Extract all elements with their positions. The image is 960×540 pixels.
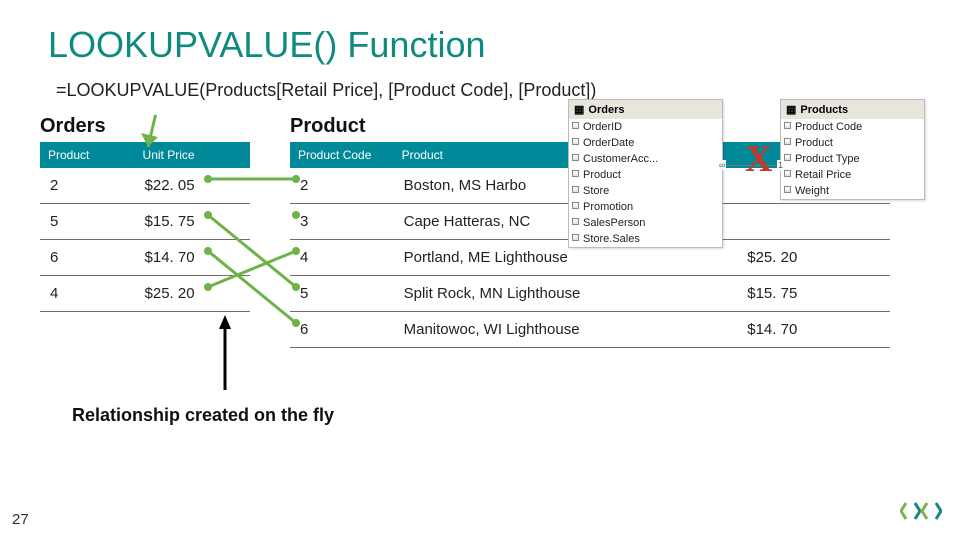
field-label: Store	[583, 185, 609, 197]
column-icon	[572, 234, 579, 241]
column-icon	[572, 186, 579, 193]
cell	[737, 204, 890, 240]
panel-header: ▦ Products	[781, 100, 924, 119]
table-icon: ▦	[786, 103, 796, 116]
table-icon: ▦	[574, 103, 584, 116]
field-item: Retail Price	[781, 167, 924, 183]
column-icon	[572, 202, 579, 209]
table-row: Product Unit Price	[40, 142, 250, 168]
relationship-caption: Relationship created on the fly	[72, 405, 334, 426]
panel-title: Products	[800, 104, 848, 116]
field-item: Product	[781, 135, 924, 151]
panel-title: Orders	[588, 104, 624, 116]
field-item: Promotion	[569, 199, 722, 215]
column-icon	[784, 170, 791, 177]
cell: Split Rock, MN Lighthouse	[394, 276, 738, 312]
field-item: Product Type	[781, 151, 924, 167]
cell: $15. 75	[737, 276, 890, 312]
cell: 6	[40, 240, 135, 276]
field-label: Store.Sales	[583, 233, 640, 245]
slide-title: LOOKUPVALUE() Function	[0, 0, 960, 74]
cell: 5	[290, 276, 394, 312]
cardinality-many: ∞	[718, 160, 726, 170]
field-item: Product Code	[781, 119, 924, 135]
cell: $25. 20	[135, 276, 250, 312]
column-icon	[784, 122, 791, 129]
field-label: OrderDate	[583, 137, 634, 149]
field-label: Product	[583, 169, 621, 181]
cell: Manitowoc, WI Lighthouse	[394, 312, 738, 348]
cell: $15. 75	[135, 204, 250, 240]
field-item: OrderID	[569, 119, 722, 135]
field-item: SalesPerson	[569, 215, 722, 231]
field-item: Store	[569, 183, 722, 199]
column-icon	[572, 138, 579, 145]
cell: 3	[290, 204, 394, 240]
table-row: 6Manitowoc, WI Lighthouse$14. 70	[290, 312, 890, 348]
cardinality-one: 1	[777, 160, 784, 170]
cell: 6	[290, 312, 394, 348]
column-icon	[572, 122, 579, 129]
cell: 2	[40, 168, 135, 204]
cell: $22. 05	[135, 168, 250, 204]
field-label: Product Code	[795, 121, 862, 133]
table-row: 6$14. 70	[40, 240, 250, 276]
field-label: Product	[795, 137, 833, 149]
cell: 2	[290, 168, 394, 204]
cell: $14. 70	[135, 240, 250, 276]
column-icon	[784, 186, 791, 193]
table-row: 4$25. 20	[40, 276, 250, 312]
column-icon	[572, 218, 579, 225]
column-icon	[572, 154, 579, 161]
field-label: Product Type	[795, 153, 860, 165]
field-item: Store.Sales	[569, 231, 722, 247]
table-row: 2$22. 05	[40, 168, 250, 204]
field-item: Weight	[781, 183, 924, 199]
brand-logo-icon	[900, 501, 942, 526]
orders-field-panel: ▦ Orders OrderID OrderDate CustomerAcc...…	[568, 99, 723, 248]
panel-header: ▦ Orders	[569, 100, 722, 119]
content-area: Orders Product Unit Price 2$22. 05 5$15.…	[0, 115, 960, 455]
col-header: Product	[40, 142, 135, 168]
orders-table: Product Unit Price 2$22. 05 5$15. 75 6$1…	[40, 142, 250, 312]
field-label: CustomerAcc...	[583, 153, 658, 165]
orders-table-block: Orders Product Unit Price 2$22. 05 5$15.…	[40, 115, 250, 312]
cell: $14. 70	[737, 312, 890, 348]
field-item: Product	[569, 167, 722, 183]
table-row: 5$15. 75	[40, 204, 250, 240]
orders-title: Orders	[40, 115, 250, 138]
cell: $25. 20	[737, 240, 890, 276]
column-icon	[572, 170, 579, 177]
col-header: Unit Price	[135, 142, 250, 168]
red-x-annotation: X	[745, 137, 772, 181]
column-icon	[784, 154, 791, 161]
field-label: Retail Price	[795, 169, 851, 181]
table-row: 5Split Rock, MN Lighthouse$15. 75	[290, 276, 890, 312]
cell: 4	[40, 276, 135, 312]
field-label: OrderID	[583, 121, 622, 133]
field-item: OrderDate	[569, 135, 722, 151]
products-field-panel: ▦ Products Product Code Product Product T…	[780, 99, 925, 200]
cell: 4	[290, 240, 394, 276]
col-header: Product Code	[290, 142, 394, 168]
field-label: Weight	[795, 185, 829, 197]
page-number: 27	[12, 511, 29, 528]
field-label: Promotion	[583, 201, 633, 213]
column-icon	[784, 138, 791, 145]
cell: 5	[40, 204, 135, 240]
field-item: CustomerAcc...	[569, 151, 722, 167]
field-label: SalesPerson	[583, 217, 645, 229]
